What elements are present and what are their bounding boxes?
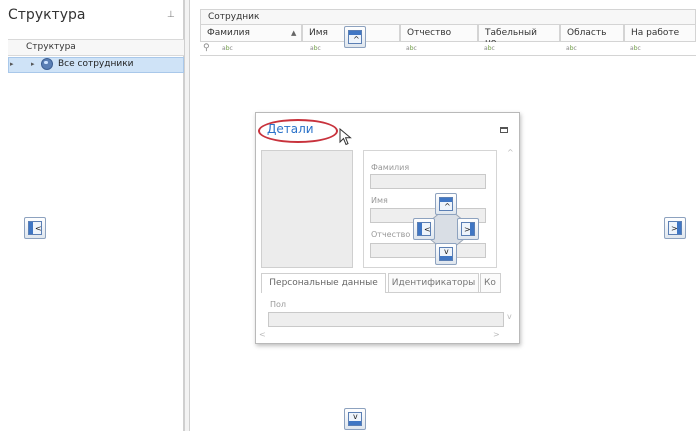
dock-top-guide-icon[interactable]: ^ xyxy=(344,26,366,48)
scroll-down-icon[interactable]: v xyxy=(507,312,512,321)
column-header-label: Имя xyxy=(309,28,328,38)
column-header-region[interactable]: Область xyxy=(560,25,624,42)
filter-cell-at-work[interactable]: abc xyxy=(630,45,641,52)
tab-personal-data[interactable]: Персональные данные xyxy=(261,273,386,293)
column-header-personnel-number[interactable]: Табельный но... xyxy=(478,25,560,48)
mouse-cursor-icon xyxy=(339,128,352,146)
field-label-gender: Пол xyxy=(270,300,287,309)
dock-right-guide-icon[interactable]: > xyxy=(664,217,686,239)
filter-cell-patronymic[interactable]: abc xyxy=(406,45,417,52)
tree-column-header-label: Структура xyxy=(26,42,76,52)
dock-left-guide-icon[interactable]: < xyxy=(24,217,46,239)
dock-center-top-icon[interactable]: ^ xyxy=(435,193,457,215)
vertical-scrollbar[interactable] xyxy=(504,145,516,323)
filter-cell-firstname[interactable]: abc xyxy=(310,45,321,52)
dock-center-bottom-icon[interactable]: v xyxy=(435,243,457,265)
column-header-label: Область xyxy=(567,28,607,38)
tree-item-label: Все сотрудники xyxy=(58,59,134,69)
arrow-right-icon: > xyxy=(671,224,678,233)
arrow-left-icon: < xyxy=(424,225,431,234)
minimize-icon[interactable] xyxy=(500,127,508,133)
grid-band-label: Сотрудник xyxy=(208,12,260,22)
pin-icon[interactable]: ⊥ xyxy=(167,10,175,20)
arrow-up-icon: ^ xyxy=(444,202,451,211)
field-label-patronymic: Отчество xyxy=(371,230,411,239)
photo-placeholder[interactable] xyxy=(261,150,353,268)
filter-cell-lastname[interactable]: abc xyxy=(222,45,233,52)
panel-splitter[interactable] xyxy=(184,0,190,431)
arrow-down-icon: v xyxy=(444,247,449,256)
column-header-lastname[interactable]: Фамилия xyxy=(200,25,302,42)
scroll-left-icon[interactable]: < xyxy=(259,330,266,339)
column-header-at-work[interactable]: На работе xyxy=(624,25,696,42)
globe-icon xyxy=(41,58,53,70)
arrow-left-icon: < xyxy=(35,224,42,233)
filter-icon[interactable]: ⚲ xyxy=(203,43,210,53)
grid-band-header[interactable] xyxy=(200,9,696,25)
arrow-right-icon: > xyxy=(464,225,471,234)
filter-cell-region[interactable]: abc xyxy=(566,45,577,52)
scroll-up-icon[interactable]: ^ xyxy=(507,148,514,157)
dock-bottom-guide-icon[interactable]: v xyxy=(344,408,366,430)
lastname-input[interactable] xyxy=(370,174,486,189)
tree-expand-icon[interactable]: ▸ xyxy=(31,60,35,68)
column-header-label: Отчество xyxy=(407,28,452,38)
field-label-lastname: Фамилия xyxy=(371,163,410,172)
structure-panel-title: Структура xyxy=(8,7,86,23)
dock-center-right-icon[interactable]: > xyxy=(457,218,479,240)
row-indicator-icon: ▸ xyxy=(10,60,14,68)
auto-filter-row[interactable] xyxy=(200,42,696,56)
details-panel-title[interactable]: Детали xyxy=(267,122,314,136)
tab-identifiers[interactable]: Идентификаторы xyxy=(388,273,479,293)
sort-ascending-icon: ▲ xyxy=(291,29,297,37)
column-header-patronymic[interactable]: Отчество xyxy=(400,25,478,42)
column-header-label: На работе xyxy=(631,28,680,38)
filter-cell-personnel-number[interactable]: abc xyxy=(484,45,495,52)
arrow-down-icon: v xyxy=(353,412,358,421)
field-label-firstname: Имя xyxy=(371,196,388,205)
scroll-right-icon[interactable]: > xyxy=(493,330,500,339)
tab-contacts[interactable]: Ко xyxy=(480,273,501,293)
arrow-up-icon: ^ xyxy=(353,35,360,44)
gender-input[interactable] xyxy=(268,312,504,327)
dock-center-left-icon[interactable]: < xyxy=(413,218,435,240)
column-header-label: Фамилия xyxy=(207,28,250,38)
